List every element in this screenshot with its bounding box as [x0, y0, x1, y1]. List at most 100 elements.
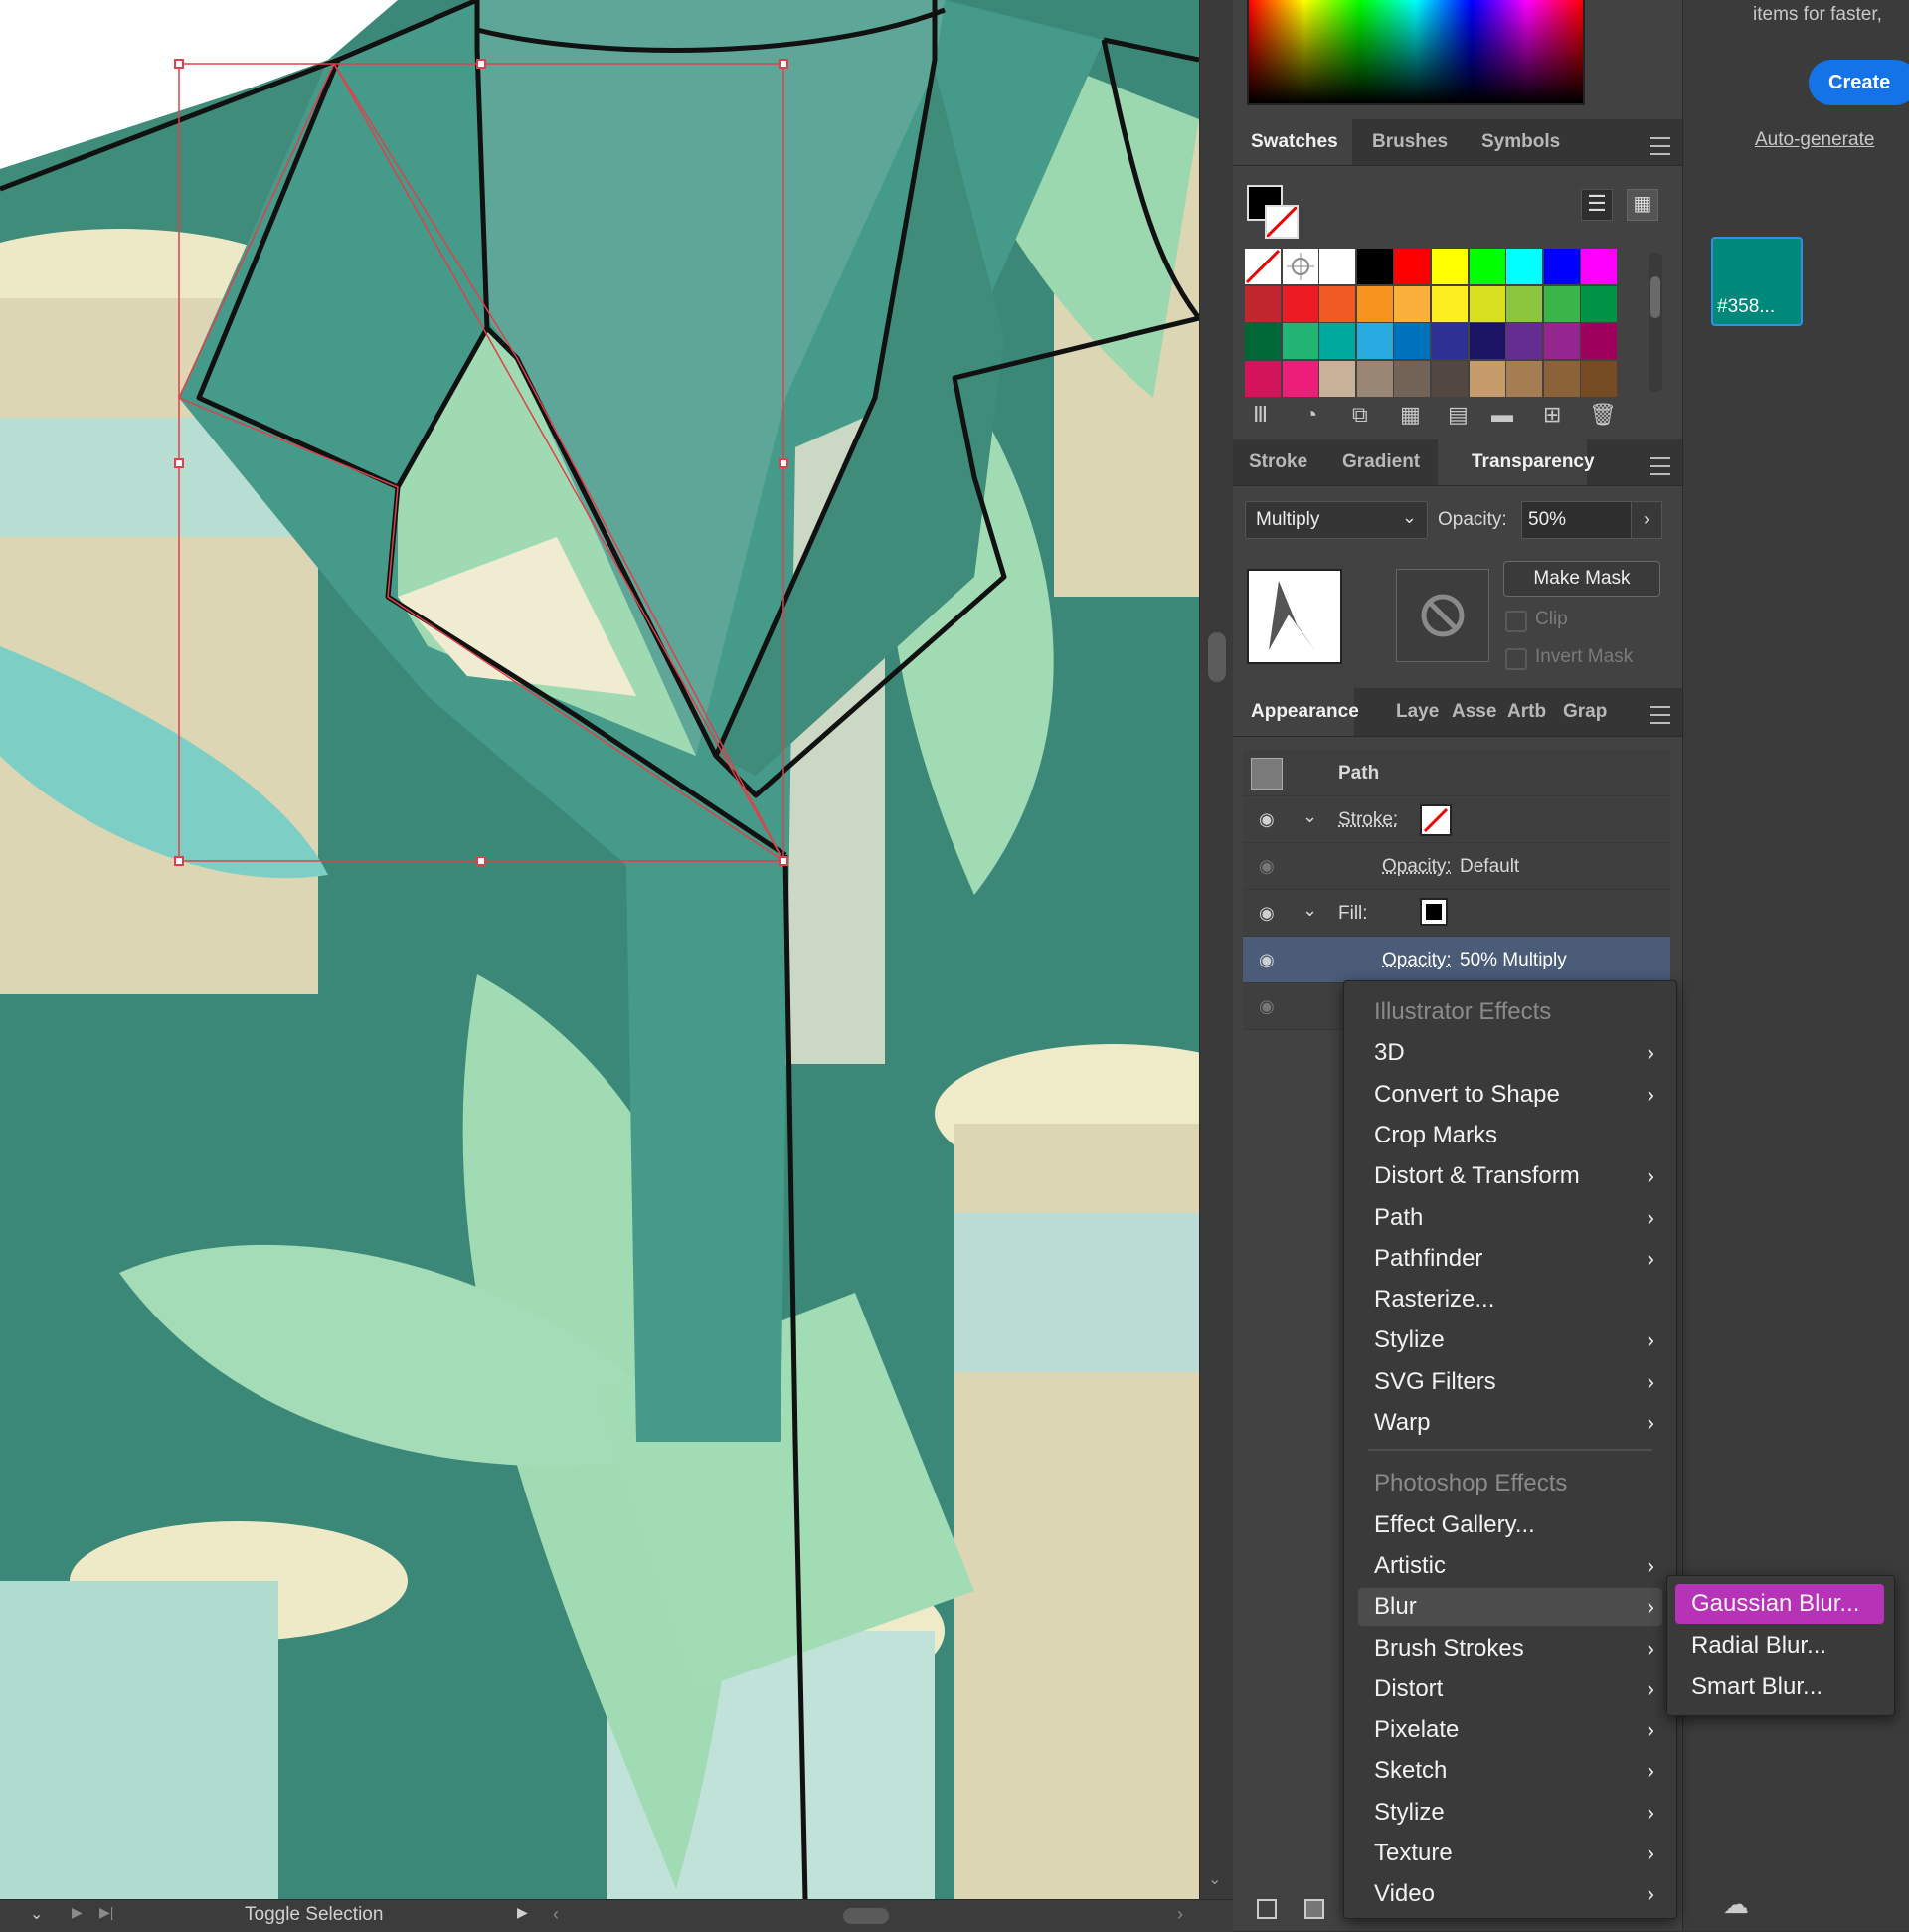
make-mask-button[interactable]: Make Mask — [1503, 561, 1660, 597]
menu-item-pathfinder[interactable]: Pathfinder › — [1358, 1240, 1662, 1278]
menu-item-rasterize[interactable]: Rasterize... — [1358, 1281, 1662, 1318]
color-spectrum[interactable] — [1247, 0, 1585, 105]
registration-swatch[interactable] — [1283, 249, 1318, 284]
color-swatch[interactable] — [1432, 361, 1468, 397]
visibility-eye-icon[interactable]: ◉ — [1259, 950, 1275, 970]
color-swatch[interactable] — [1357, 361, 1393, 397]
color-swatch[interactable] — [1470, 323, 1505, 359]
create-button[interactable]: Create — [1809, 60, 1909, 105]
color-swatch[interactable] — [1581, 323, 1617, 359]
menu-item-texture[interactable]: Texture › — [1358, 1835, 1662, 1872]
auto-generate-link[interactable]: Auto-generate — [1755, 129, 1874, 151]
menu-item-video[interactable]: Video › — [1358, 1875, 1662, 1913]
color-swatch[interactable] — [1506, 323, 1542, 359]
tab-appearance[interactable]: Appearance — [1233, 688, 1354, 736]
color-swatch[interactable] — [1394, 286, 1430, 322]
color-swatch[interactable] — [1319, 249, 1355, 284]
new-swatch-icon[interactable]: ⊞ — [1543, 402, 1561, 428]
color-swatch[interactable] — [1283, 286, 1318, 322]
color-swatch[interactable] — [1506, 361, 1542, 397]
color-swatch[interactable] — [1357, 286, 1393, 322]
tab-stroke[interactable]: Stroke — [1249, 439, 1307, 485]
menu-item-pixelate[interactable]: Pixelate › — [1358, 1711, 1662, 1749]
opacity-input[interactable]: 50% — [1521, 501, 1633, 539]
cloud-icon[interactable]: ☁ — [1723, 1889, 1749, 1920]
scroll-right-icon[interactable]: › — [1177, 1904, 1183, 1925]
mask-thumbnail[interactable] — [1396, 569, 1489, 662]
color-swatch[interactable] — [1544, 286, 1580, 322]
trash-icon[interactable]: 🗑 — [1589, 402, 1617, 428]
appearance-row-stroke[interactable]: ◉ ⌄ Stroke: — [1243, 796, 1670, 843]
opacity-arrow-icon[interactable]: › — [1631, 501, 1662, 539]
color-swatch[interactable] — [1357, 323, 1393, 359]
menu-item-brush-strokes[interactable]: Brush Strokes › — [1358, 1630, 1662, 1668]
list-view-icon[interactable]: ☰ — [1581, 189, 1613, 221]
color-swatch[interactable] — [1357, 249, 1393, 284]
color-swatch[interactable] — [1245, 323, 1281, 359]
menu-item-distort-transform[interactable]: Distort & Transform › — [1358, 1157, 1662, 1195]
visibility-eye-icon[interactable]: ◉ — [1259, 903, 1275, 924]
appearance-row-fill-opacity[interactable]: ◉ Opacity: 50% Multiply — [1243, 937, 1670, 983]
add-new-stroke-icon[interactable] — [1257, 1899, 1277, 1919]
menu-item-sketch[interactable]: Sketch › — [1358, 1752, 1662, 1790]
scrollbar-thumb[interactable] — [1208, 632, 1226, 682]
color-swatch[interactable] — [1432, 286, 1468, 322]
color-swatch[interactable] — [1581, 249, 1617, 284]
menu-item-stylize[interactable]: Stylize › — [1358, 1794, 1662, 1832]
play-icon[interactable]: ▶ — [72, 1904, 83, 1921]
submenu-item-smart-blur[interactable]: Smart Blur... — [1675, 1668, 1884, 1707]
color-swatch[interactable] — [1319, 286, 1355, 322]
show-kinds-icon[interactable]: ◔ — [1304, 402, 1317, 428]
menu-item-svg-filters[interactable]: SVG Filters › — [1358, 1363, 1662, 1401]
tab-artboards[interactable]: Artb — [1507, 688, 1546, 734]
stroke-swatch[interactable] — [1265, 205, 1299, 239]
fill-black-swatch[interactable] — [1420, 898, 1448, 926]
swatch-libraries-icon[interactable]: Ⅲ — [1253, 402, 1268, 428]
swatch-list-icon[interactable]: ▤ — [1448, 402, 1469, 428]
opacity-label[interactable]: Opacity: — [1382, 950, 1452, 971]
menu-item-artistic[interactable]: Artistic › — [1358, 1547, 1662, 1585]
invert-mask-checkbox[interactable] — [1505, 648, 1527, 670]
new-group-folder-icon[interactable]: ▬ — [1491, 402, 1513, 428]
add-new-fill-icon[interactable] — [1304, 1899, 1324, 1919]
color-swatch[interactable] — [1432, 323, 1468, 359]
menu-item-warp[interactable]: Warp › — [1358, 1404, 1662, 1442]
color-swatch[interactable] — [1544, 249, 1580, 284]
scroll-left-icon[interactable]: ‹ — [553, 1904, 559, 1925]
chevron-down-icon[interactable]: ⌄ — [1302, 806, 1317, 827]
color-swatch[interactable] — [1470, 361, 1505, 397]
menu-item-blur[interactable]: Blur › — [1358, 1588, 1662, 1626]
appearance-row-path[interactable]: Path — [1243, 750, 1670, 796]
color-chip[interactable]: #358... — [1711, 237, 1803, 326]
color-swatch[interactable] — [1394, 361, 1430, 397]
visibility-eye-icon[interactable]: ◉ — [1259, 809, 1275, 830]
appearance-row-fill[interactable]: ◉ ⌄ Fill: — [1243, 890, 1670, 937]
color-swatch[interactable] — [1283, 361, 1318, 397]
stroke-label[interactable]: Stroke: — [1338, 809, 1398, 831]
color-swatch[interactable] — [1394, 249, 1430, 284]
submenu-item-radial-blur[interactable]: Radial Blur... — [1675, 1626, 1884, 1666]
color-swatch[interactable] — [1319, 323, 1355, 359]
color-swatch[interactable] — [1581, 286, 1617, 322]
color-swatch[interactable] — [1544, 323, 1580, 359]
color-swatch[interactable] — [1506, 286, 1542, 322]
blend-mode-select[interactable]: Multiply ⌄ — [1245, 501, 1428, 539]
color-swatch[interactable] — [1245, 286, 1281, 322]
opacity-label[interactable]: Opacity: — [1382, 856, 1452, 878]
menu-item-3d[interactable]: 3D › — [1358, 1034, 1662, 1072]
menu-item-crop-marks[interactable]: Crop Marks — [1358, 1117, 1662, 1154]
menu-item-distort[interactable]: Distort › — [1358, 1670, 1662, 1708]
visibility-eye-icon[interactable]: ◉ — [1259, 996, 1275, 1017]
tab-graphic-styles[interactable]: Grap — [1563, 688, 1607, 734]
tab-swatches[interactable]: Swatches — [1233, 119, 1352, 165]
appearance-row-stroke-opacity[interactable]: ◉ Opacity: Default — [1243, 843, 1670, 890]
menu-item-path[interactable]: Path › — [1358, 1199, 1662, 1237]
chevron-down-icon[interactable]: ⌄ — [30, 1904, 43, 1924]
color-swatch[interactable] — [1470, 249, 1505, 284]
tab-layers[interactable]: Laye — [1396, 688, 1439, 734]
toggle-selection-label[interactable]: Toggle Selection — [245, 1904, 383, 1926]
swatch-options-icon[interactable]: ⧉ — [1352, 402, 1368, 428]
chevron-down-icon[interactable]: ⌄ — [1302, 900, 1317, 921]
color-swatch[interactable] — [1245, 361, 1281, 397]
tab-transparency[interactable]: Transparency — [1438, 439, 1587, 485]
